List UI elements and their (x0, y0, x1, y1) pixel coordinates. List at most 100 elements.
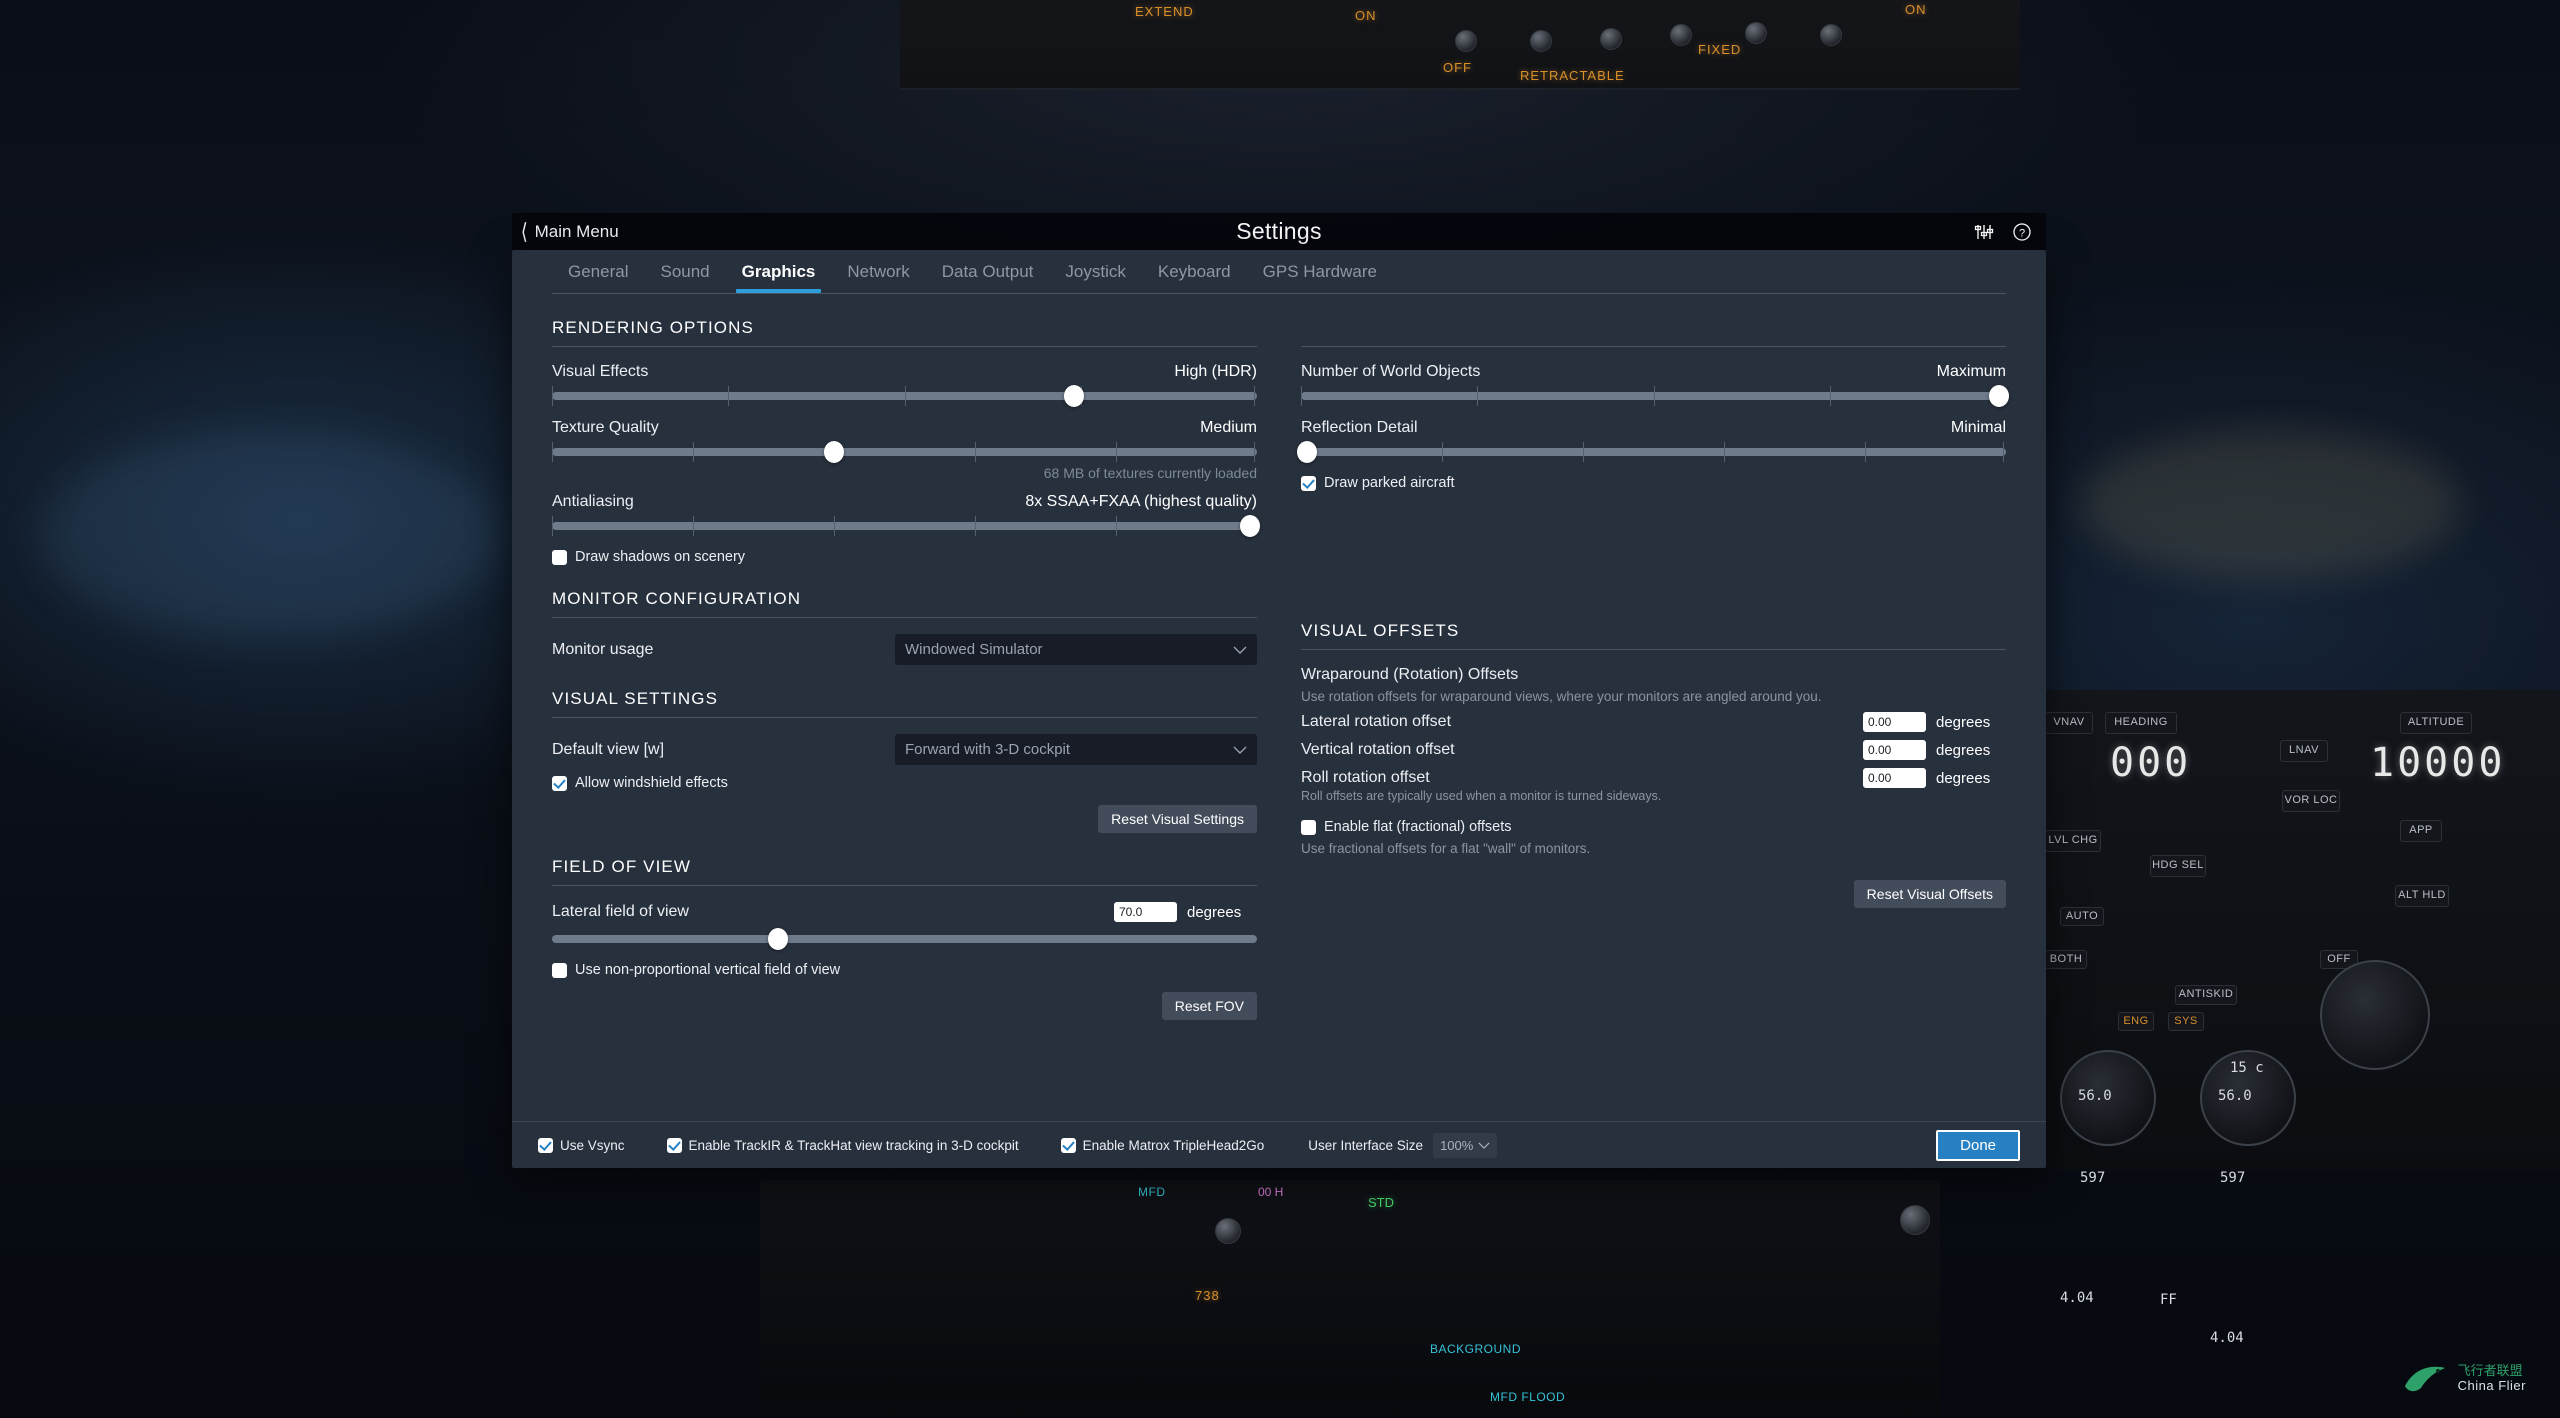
back-to-main-menu-button[interactable]: ⟨ Main Menu (520, 220, 619, 243)
dialog-body: General Sound Graphics Network Data Outp… (512, 250, 2046, 1168)
altitude-display: 10000 (2370, 740, 2506, 786)
slider-track-area[interactable] (1296, 441, 2006, 463)
checkbox-nonproportional-vertical-fov[interactable] (552, 962, 567, 978)
slider-lateral-fov: Lateral field of view degrees (552, 902, 1257, 950)
rendering-rule (552, 346, 1257, 347)
checkbox-draw-parked-aircraft-row[interactable]: Draw parked aircraft (1301, 475, 2006, 491)
reset-visual-offsets-button[interactable]: Reset Visual Offsets (1853, 880, 2006, 908)
slider-track-area[interactable] (552, 928, 1257, 950)
lateral-rotation-offset-input[interactable] (1863, 712, 1926, 732)
done-button[interactable]: Done (1936, 1129, 2020, 1161)
slider-tick (1254, 442, 1256, 462)
footer-checkbox-trackir-row[interactable]: Enable TrackIR & TrackHat view tracking … (666, 1137, 1019, 1153)
dropdown-monitor-usage[interactable]: Windowed Simulator (895, 634, 1257, 665)
slider-value: High (HDR) (1174, 363, 1257, 380)
tab-label: Keyboard (1157, 262, 1231, 281)
chevron-down-icon (1478, 1142, 1490, 1149)
rendering-rule-right (1301, 346, 2006, 347)
watermark: 飞行者联盟 China Flier (2403, 1362, 2526, 1396)
slider-value: Maximum (1936, 363, 2006, 380)
slider-thumb[interactable] (824, 441, 844, 463)
slider-track-area[interactable] (552, 385, 1257, 407)
watermark-en: China Flier (2457, 1378, 2526, 1393)
reset-fov-button[interactable]: Reset FOV (1161, 992, 1257, 1020)
slider-tick (1254, 386, 1256, 406)
watermark-cn: 飞行者联盟 (2457, 1363, 2523, 1379)
tab-network[interactable]: Network (831, 262, 925, 293)
tab-label: Data Output (941, 262, 1034, 281)
tab-label: GPS Hardware (1262, 262, 1377, 281)
checkbox-flat-offsets-row[interactable]: Enable flat (fractional) offsets (1301, 819, 2006, 835)
runway-lights-glow (2080, 430, 2460, 580)
checkbox-windshield-row[interactable]: Allow windshield effects (552, 775, 1257, 791)
tab-gps-hardware[interactable]: GPS Hardware (1247, 262, 1393, 293)
field-default-view: Default view [w] Forward with 3-D cockpi… (552, 734, 1257, 765)
offset-label: Roll rotation offset (1301, 769, 1430, 786)
tab-graphics[interactable]: Graphics (726, 262, 832, 293)
settings-dialog: ⟨ Main Menu Settings ? General Sound Gra (512, 213, 2046, 1168)
slider-track-area[interactable] (552, 441, 1257, 463)
footer-bar: Use Vsync Enable TrackIR & TrackHat view… (512, 1122, 2046, 1168)
tab-sound[interactable]: Sound (644, 262, 725, 293)
slider-label: Number of World Objects (1301, 363, 1481, 380)
tab-general[interactable]: General (552, 262, 644, 293)
slider-label: Texture Quality (552, 419, 659, 436)
fov-unit: degrees (1187, 903, 1242, 921)
roll-rotation-offset-input[interactable] (1863, 768, 1926, 788)
checkbox-label: Enable TrackIR & TrackHat view tracking … (688, 1137, 1019, 1153)
checkbox-allow-windshield-effects[interactable] (552, 775, 567, 791)
vertical-rotation-offset-input[interactable] (1863, 740, 1926, 760)
mcp-button-auto: AUTO (2060, 907, 2104, 926)
checkbox-label: Draw shadows on scenery (575, 549, 746, 565)
slider-thumb[interactable] (1988, 385, 2009, 407)
reset-visual-settings-row: Reset Visual Settings (552, 805, 1257, 833)
slider-thumb[interactable] (1296, 441, 1317, 463)
right-column: Number of World Objects Maximum Reflecti… (1279, 346, 2009, 1020)
checkbox-draw-shadows[interactable] (552, 549, 567, 565)
mcp-button-app: APP (2400, 820, 2442, 842)
checkbox-enable-trackir[interactable] (666, 1137, 682, 1153)
mcp-button-sys: SYS (2168, 1012, 2204, 1031)
dropdown-default-view[interactable]: Forward with 3-D cockpit (895, 734, 1257, 765)
help-icon[interactable]: ? (2012, 222, 2032, 242)
checkbox-nonproportional-row[interactable]: Use non-proportional vertical field of v… (552, 962, 1257, 978)
slider-world-objects: Number of World Objects Maximum (1301, 363, 2009, 407)
fov-value-input[interactable] (1114, 902, 1177, 922)
ff-label: FF (2160, 1292, 2177, 1308)
slider-track (552, 935, 1257, 943)
slider-antialiasing: Antialiasing 8x SSAA+FXAA (highest quali… (552, 493, 1260, 537)
wraparound-offsets-title: Wraparound (Rotation) Offsets (1301, 666, 1519, 683)
tab-keyboard[interactable]: Keyboard (1142, 262, 1247, 293)
checkbox-enable-matrox[interactable] (1060, 1137, 1076, 1153)
row-vertical-rotation-offset: Vertical rotation offset degrees (1301, 740, 2006, 760)
texture-memory-note: 68 MB of textures currently loaded (1043, 465, 1257, 481)
dropdown-ui-size[interactable]: 100% (1433, 1132, 1498, 1158)
ff-left: 4.04 (2060, 1290, 2094, 1306)
checkbox-enable-flat-offsets[interactable] (1301, 819, 1316, 835)
slider-thumb[interactable] (1239, 515, 1260, 537)
slider-track-area[interactable] (552, 515, 1260, 537)
checkbox-draw-shadows-row[interactable]: Draw shadows on scenery (552, 549, 1257, 565)
slider-track-area[interactable] (1301, 385, 2009, 407)
slider-label: Visual Effects (552, 363, 649, 380)
slider-thumb[interactable] (767, 928, 788, 950)
pedestal-label-mfd: MFD (1138, 1185, 1166, 1199)
slider-track (552, 448, 1257, 456)
overhead-knob-5 (1745, 22, 1767, 44)
checkbox-use-vsync[interactable] (538, 1137, 553, 1153)
visual-settings-rule (552, 717, 1257, 718)
sliders-icon[interactable] (1974, 222, 1994, 242)
slider-reflection-detail: Reflection Detail Minimal (1296, 419, 2006, 463)
footer-checkbox-matrox-row[interactable]: Enable Matrox TripleHead2Go (1060, 1137, 1265, 1153)
ff-right: 4.04 (2210, 1330, 2244, 1346)
mcp-button-antiskid: ANTISKID (2175, 985, 2237, 1005)
reset-visual-settings-button[interactable]: Reset Visual Settings (1098, 805, 1257, 833)
tab-joystick[interactable]: Joystick (1049, 262, 1141, 293)
footer-checkbox-vsync-row[interactable]: Use Vsync (538, 1137, 625, 1153)
n1-right: 597 (2220, 1170, 2246, 1186)
knob-gauge-big (2320, 960, 2430, 1070)
slider-thumb[interactable] (1063, 385, 1084, 407)
checkbox-draw-parked-aircraft[interactable] (1301, 475, 1316, 491)
checkbox-label: Enable Matrox TripleHead2Go (1082, 1137, 1265, 1153)
tab-data-output[interactable]: Data Output (926, 262, 1050, 293)
